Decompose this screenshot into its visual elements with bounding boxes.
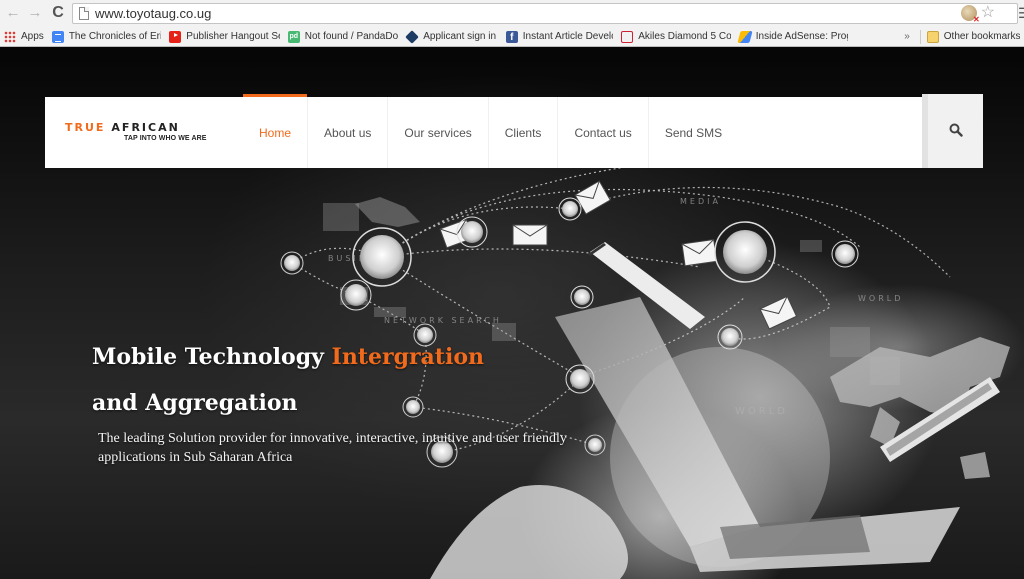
site-header: TRUE AFRICAN TAP INTO WHO WE ARE Home Abo… — [45, 94, 922, 168]
other-bookmarks-folder[interactable]: Other bookmarks — [925, 26, 1024, 47]
search-icon — [949, 123, 963, 137]
pandadoc-icon: pd — [287, 30, 300, 43]
apps-grid-icon — [4, 30, 16, 43]
back-button[interactable]: ← — [4, 4, 22, 22]
bookmarks-bar: Apps The Chronicles of Eris Publisher Ha… — [0, 26, 1024, 47]
nav-contact-us[interactable]: Contact us — [558, 97, 649, 168]
hero-title-accent: Intergration — [331, 344, 484, 370]
more-bookmarks-button[interactable]: » — [898, 31, 916, 42]
art-label-media: MEDIA — [680, 197, 721, 206]
page-icon — [79, 7, 89, 20]
nav-home[interactable]: Home — [243, 94, 309, 168]
logo-word-african: AFRICAN — [111, 121, 180, 134]
bookmark-item[interactable]: The Chronicles of Eris — [48, 26, 165, 47]
diamond-logo-icon — [405, 29, 420, 44]
main-nav: Home About us Our services Clients Conta… — [243, 94, 738, 168]
bookmark-item[interactable]: Publisher Hangout Se — [165, 26, 283, 47]
browser-chrome: ← → C www.toyotaug.co.ug ☆ ☰ Apps The Ch… — [0, 0, 1024, 47]
menu-icon[interactable]: ☰ — [1018, 4, 1024, 22]
bookmark-item[interactable]: f Instant Article Develo — [502, 26, 617, 47]
divider — [919, 29, 921, 44]
address-bar[interactable]: www.toyotaug.co.ug ☆ — [72, 3, 1018, 24]
youtube-icon — [169, 30, 182, 43]
bookmark-item[interactable]: pd Not found / PandaDo — [284, 26, 402, 47]
hero-title-line2: and Aggregation — [92, 390, 298, 416]
folder-icon — [926, 30, 939, 43]
nav-about-us[interactable]: About us — [308, 97, 389, 168]
hero-title-text: Mobile Technology — [92, 344, 332, 370]
logo-tagline: TAP INTO WHO WE ARE — [124, 135, 207, 142]
google-docs-icon — [51, 30, 64, 43]
nav-send-sms[interactable]: Send SMS — [649, 97, 738, 168]
browser-toolbar: ← → C www.toyotaug.co.ug ☆ ☰ — [0, 0, 1024, 26]
bookmark-item[interactable]: Inside AdSense: Progr — [735, 26, 852, 47]
art-label-world-2: WORLD — [858, 294, 903, 303]
site-logo[interactable]: TRUE AFRICAN TAP INTO WHO WE ARE — [65, 121, 225, 147]
hero-subtitle: The leading Solution provider for innova… — [98, 431, 567, 465]
extension-icon[interactable] — [960, 5, 980, 24]
facebook-icon: f — [505, 30, 518, 43]
hero-title-line1: Mobile Technology Intergration — [92, 344, 484, 370]
reload-button[interactable]: C — [49, 4, 67, 22]
nav-clients[interactable]: Clients — [489, 97, 559, 168]
bookmark-item[interactable]: Applicant sign in — [402, 26, 502, 47]
nav-our-services[interactable]: Our services — [388, 97, 489, 168]
art-label-network-search: NETWORK SEARCH — [384, 316, 502, 325]
bookmark-apps[interactable]: Apps — [0, 26, 48, 47]
logo-word-true: TRUE — [65, 121, 106, 134]
akiles-icon — [621, 30, 634, 43]
search-button[interactable] — [922, 94, 983, 168]
adsense-icon — [737, 30, 753, 43]
bookmark-item[interactable]: Akiles Diamond 5 Cor — [617, 26, 734, 47]
forward-button[interactable]: → — [26, 4, 44, 22]
web-page: BUSINESS NETWORK SEARCH MEDIA WORLD WORL… — [0, 47, 1024, 579]
bookmark-star-icon[interactable]: ☆ — [981, 5, 995, 21]
url-text[interactable]: www.toyotaug.co.ug — [95, 6, 211, 21]
